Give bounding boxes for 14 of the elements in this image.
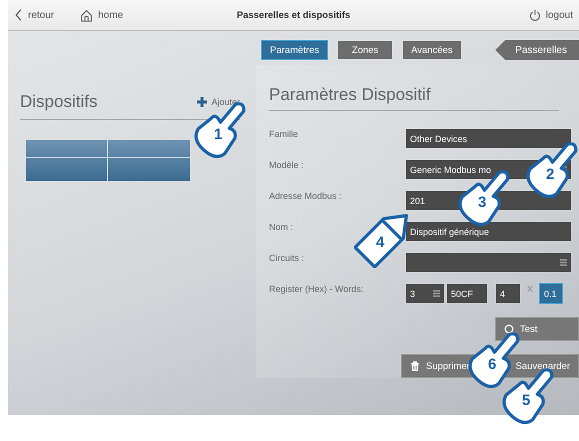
field-label: Nom : xyxy=(269,222,294,232)
callout-number: 1 xyxy=(214,126,222,143)
callout-number: 5 xyxy=(522,392,530,409)
multiply-sign: X xyxy=(527,284,534,294)
page-title: Passerelles et dispositifs xyxy=(236,10,352,20)
field-label: Adresse Modbus : xyxy=(269,191,343,201)
panel-title: Dispositifs xyxy=(20,92,98,112)
field-label: Circuits : xyxy=(269,253,306,263)
panel-title: Paramètres Dispositif xyxy=(269,85,559,111)
callout-number: 4 xyxy=(376,234,384,251)
field-label: Famille xyxy=(269,129,300,139)
field-label: Register (Hex) - Words: xyxy=(269,284,364,294)
callout-number: 3 xyxy=(478,194,486,211)
field-label: Modèle : xyxy=(269,160,305,170)
